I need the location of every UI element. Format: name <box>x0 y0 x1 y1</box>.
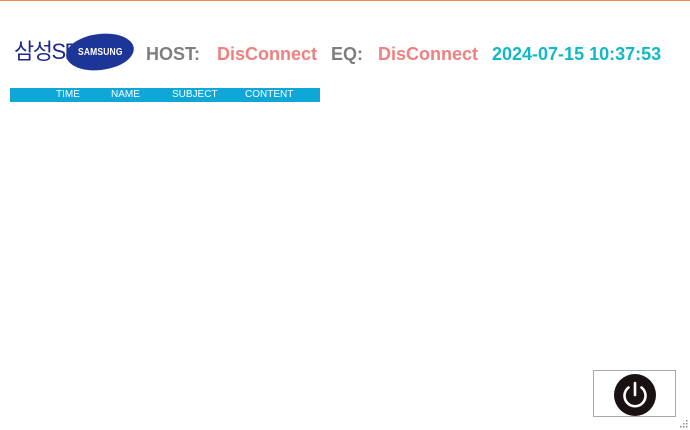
resize-grip-icon[interactable] <box>678 418 688 428</box>
power-icon <box>623 381 647 408</box>
column-header-content[interactable]: CONTENT <box>245 88 293 102</box>
current-datetime: 2024-07-15 10:37:53 <box>492 44 662 64</box>
header-bar: 삼성SDI SAMSUNG HOST: DisConnect EQ: DisCo… <box>12 29 682 75</box>
host-label: HOST: <box>146 44 200 64</box>
power-panel <box>593 370 676 417</box>
power-button[interactable] <box>614 374 656 416</box>
column-header-name[interactable]: NAME <box>111 88 140 102</box>
samsung-logo-text: SAMSUNG <box>77 46 123 58</box>
eq-label: EQ: <box>331 44 364 64</box>
samsung-logo: SAMSUNG <box>64 29 136 75</box>
window-top-border <box>0 0 690 1</box>
column-header-subject[interactable]: SUBJECT <box>172 88 218 102</box>
log-table-header: TIME NAME SUBJECT CONTENT <box>10 88 320 102</box>
eq-status-value: DisConnect <box>378 44 479 64</box>
host-status-value: DisConnect <box>217 44 318 64</box>
column-header-time[interactable]: TIME <box>56 88 80 102</box>
